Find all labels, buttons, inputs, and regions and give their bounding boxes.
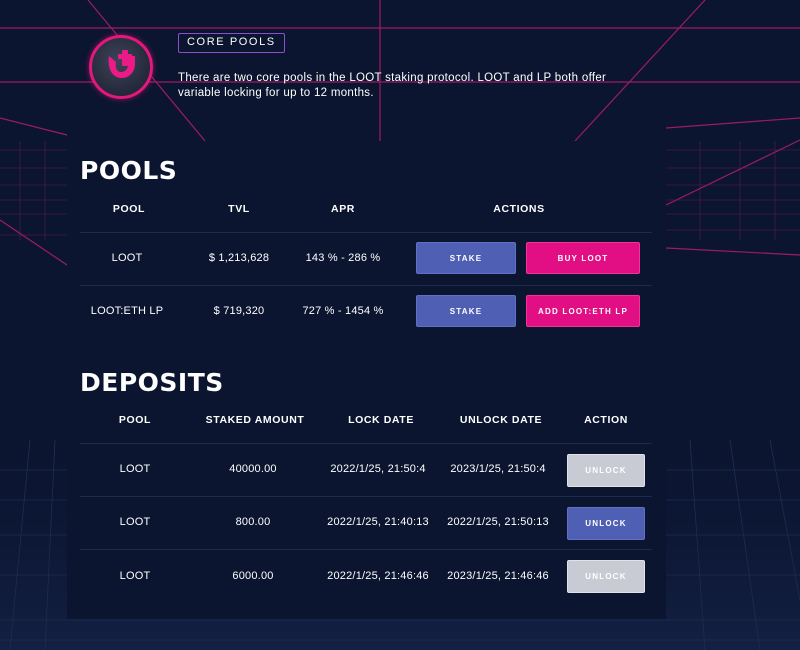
deposits-row-divider-2 (80, 549, 652, 550)
deposits-header-divider (80, 443, 652, 444)
pool-row-1-tvl: $ 1,213,628 (208, 252, 270, 264)
deposit-row-1-lock-date: 2022/1/25, 21:50:4 (330, 463, 426, 475)
deposit-row-3-amount: 6000.00 (232, 570, 274, 582)
add-loot-eth-lp-button[interactable]: ADD LOOT:ETH LP (526, 295, 640, 327)
deposits-col-unlock-date: UNLOCK DATE (459, 414, 543, 426)
pools-col-tvl: TVL (228, 203, 250, 215)
staking-panel: POOLS POOL TVL APR ACTIONS LOOT $ 1,213,… (67, 141, 666, 619)
deposit-row-2-pool: LOOT (119, 516, 151, 528)
deposit-row-2-unlock-button[interactable]: UNLOCK (567, 507, 645, 540)
deposits-col-staked-amount: STAKED AMOUNT (205, 414, 305, 426)
intro-description: There are two core pools in the LOOT sta… (178, 72, 607, 99)
deposit-row-2-unlock-date: 2022/1/25, 21:50:13 (447, 516, 549, 528)
pool-row-1-apr: 143 % - 286 % (305, 252, 381, 264)
pools-col-actions: ACTIONS (493, 203, 545, 215)
deposits-col-pool: POOL (118, 414, 152, 426)
pools-row-divider (80, 285, 652, 286)
pool-row-2-apr: 727 % - 1454 % (302, 305, 384, 317)
deposit-row-3-lock-date: 2022/1/25, 21:46:46 (327, 570, 429, 582)
buy-loot-button[interactable]: BUY LOOT (526, 242, 640, 274)
pool-row-1-stake-button[interactable]: STAKE (416, 242, 516, 274)
deposit-row-3-unlock-button[interactable]: UNLOCK (567, 560, 645, 593)
loot-logo (89, 35, 153, 99)
core-pools-badge: CORE POOLS (178, 33, 285, 53)
pool-row-2-name: LOOT:ETH LP (90, 305, 164, 317)
deposits-row-divider-1 (80, 496, 652, 497)
deposits-col-lock-date: LOCK DATE (348, 414, 414, 426)
deposit-row-3-pool: LOOT (119, 570, 151, 582)
pool-row-1-name: LOOT (111, 252, 143, 264)
pools-col-pool: POOL (112, 203, 146, 215)
pool-row-2-stake-button[interactable]: STAKE (416, 295, 516, 327)
deposit-row-1-amount: 40000.00 (229, 463, 277, 475)
deposits-col-action: ACTION (584, 414, 628, 426)
pools-header-divider (80, 232, 652, 233)
deposit-row-2-lock-date: 2022/1/25, 21:40:13 (327, 516, 429, 528)
deposit-row-2-amount: 800.00 (235, 516, 271, 528)
pools-heading: POOLS (80, 156, 178, 185)
loot-logo-mark-icon (108, 50, 135, 78)
pool-row-2-tvl: $ 719,320 (213, 305, 265, 317)
deposit-row-1-pool: LOOT (119, 463, 151, 475)
pools-col-apr: APR (331, 203, 355, 215)
deposit-row-3-unlock-date: 2023/1/25, 21:46:46 (447, 570, 549, 582)
deposits-heading: DEPOSITS (80, 368, 224, 397)
deposit-row-1-unlock-date: 2023/1/25, 21:50:4 (450, 463, 546, 475)
deposit-row-1-unlock-button[interactable]: UNLOCK (567, 454, 645, 487)
